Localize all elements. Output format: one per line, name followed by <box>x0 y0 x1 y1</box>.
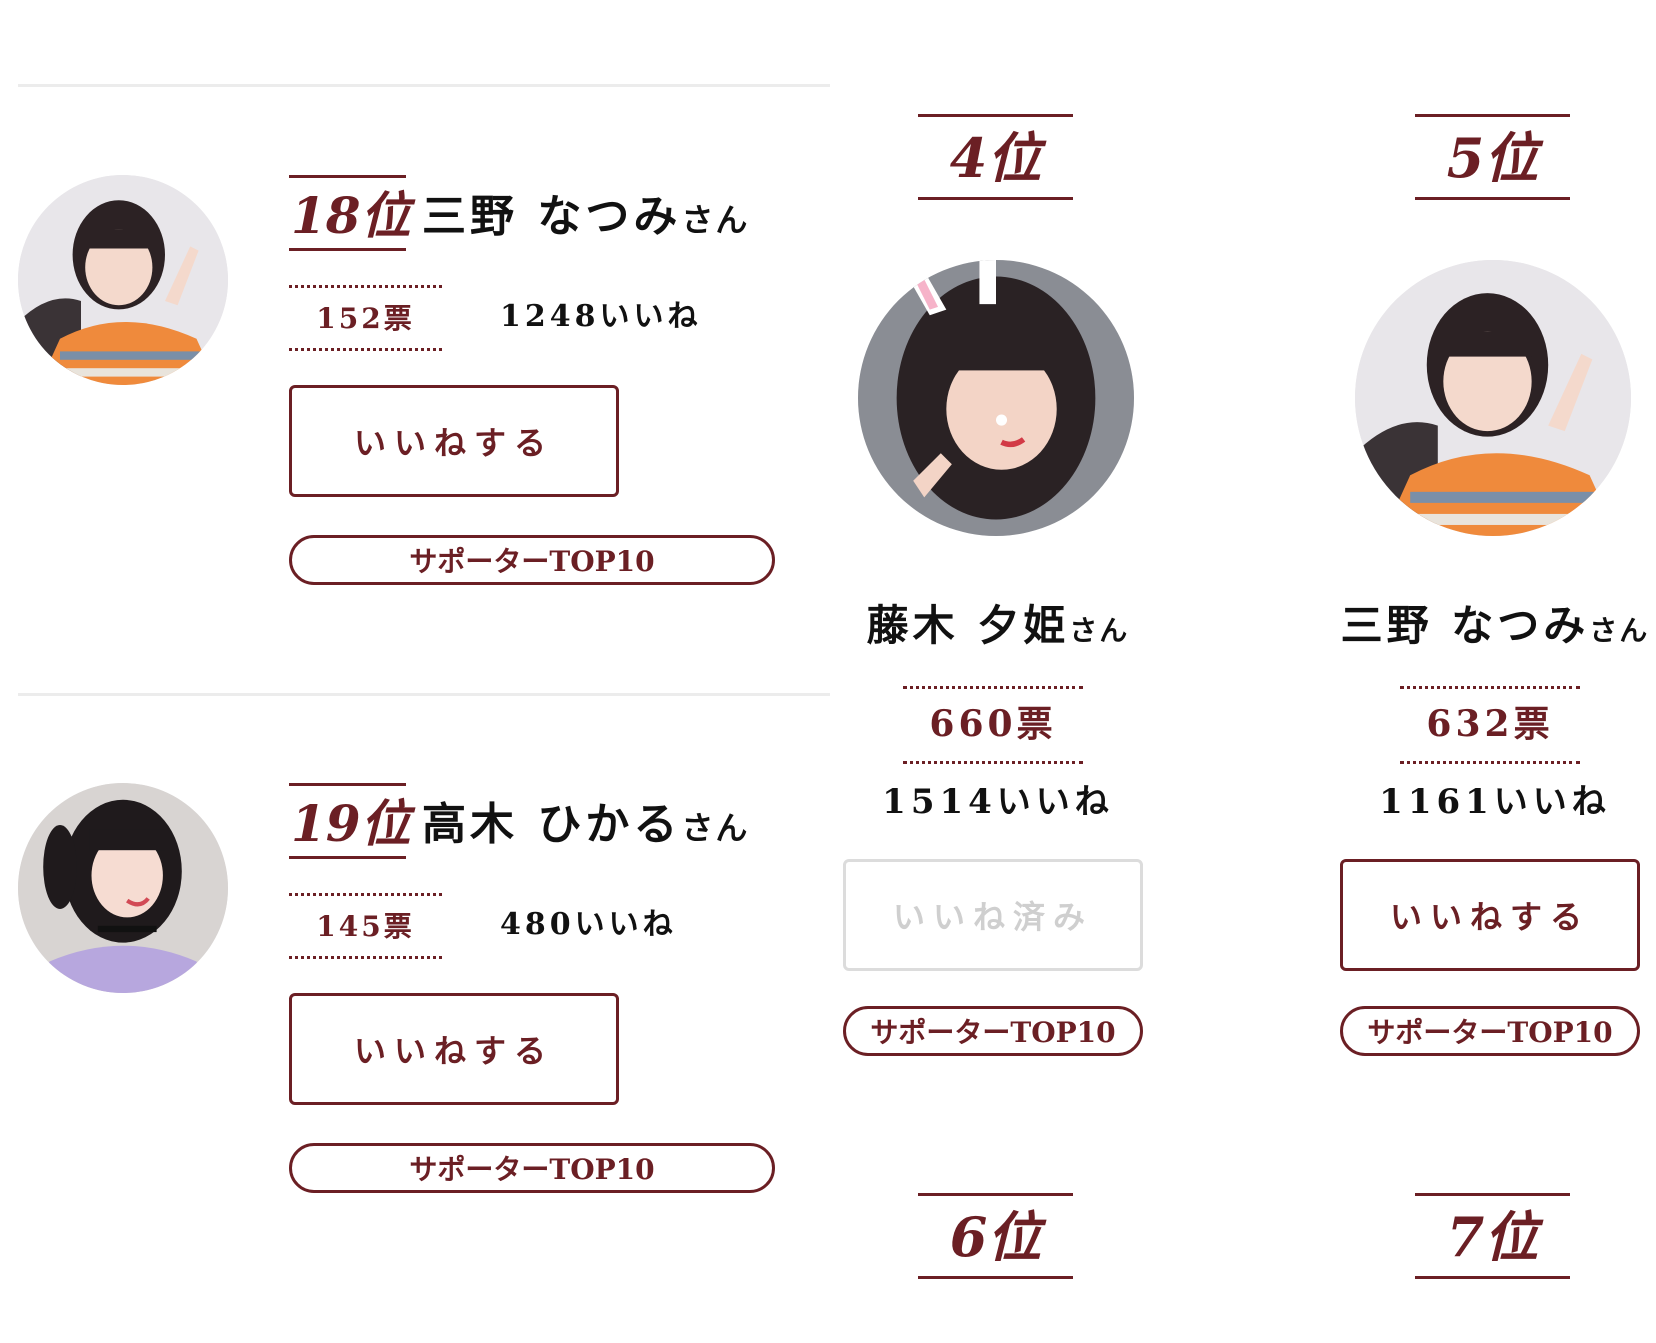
rank-badge: 18位 <box>289 175 411 251</box>
member-name: 藤木 夕姫さん <box>833 599 1163 658</box>
avatar-photo <box>18 783 228 993</box>
vote-count: 145票 <box>316 910 415 943</box>
honorific: さん <box>681 201 750 239</box>
rank-badge: 4位 <box>918 114 1073 200</box>
supporter-top10-button[interactable]: サポーターTOP10 <box>1340 1006 1640 1056</box>
like-count: 1161いいね <box>1379 782 1611 822</box>
vote-count: 660票 <box>929 703 1057 745</box>
honorific: さん <box>681 809 750 847</box>
avatar[interactable] <box>18 783 228 993</box>
vote-count: 152票 <box>316 302 415 335</box>
votes-box: 660票 <box>903 686 1083 764</box>
supporter-top10-button[interactable]: サポーターTOP10 <box>843 1006 1143 1056</box>
list-item: 19位 高木 ひかるさん 145票 480いいね いいねする サポーターTOP1… <box>18 783 830 1343</box>
honorific: さん <box>1589 614 1650 647</box>
rank-badge: 19位 <box>289 783 411 859</box>
like-button[interactable]: いいねする <box>289 993 619 1105</box>
rank-badge: 7位 <box>1415 1193 1570 1279</box>
member-name-text: 三野 なつみ <box>1340 601 1590 650</box>
list-item: 18位 三野 なつみさん 152票 1248いいね いいねする サポーターTOP… <box>18 175 830 735</box>
like-count: 480いいね <box>500 907 677 942</box>
like-button[interactable]: いいねする <box>1340 859 1640 971</box>
supporter-top10-button[interactable]: サポーターTOP10 <box>289 1143 775 1193</box>
rank-label: 5位 <box>1446 126 1539 190</box>
rank-label: 7位 <box>1446 1205 1539 1269</box>
avatar-photo <box>1355 260 1631 536</box>
member-name: 高木 ひかるさん <box>422 797 749 856</box>
like-count: 1248いいね <box>500 299 702 334</box>
vote-count: 632票 <box>1426 703 1554 745</box>
rank-label: 6位 <box>949 1205 1042 1269</box>
rank-label: 18位 <box>291 186 411 245</box>
rank-badge: 5位 <box>1415 114 1570 200</box>
avatar[interactable] <box>18 175 228 385</box>
votes-box: 632票 <box>1400 686 1580 764</box>
rank-badge: 6位 <box>918 1193 1073 1279</box>
member-name-text: 高木 ひかる <box>422 799 682 850</box>
ranking-card: 5位 三野 なつみさん 632票 1161いいね いいねする サポーターTOP1… <box>1340 114 1650 1074</box>
member-name-text: 藤木 夕姫 <box>866 601 1070 650</box>
avatar-photo <box>18 175 228 385</box>
avatar-photo <box>858 260 1134 536</box>
votes-box: 152票 <box>289 285 442 351</box>
supporter-top10-button[interactable]: サポーターTOP10 <box>289 535 775 585</box>
ranking-card: 4位 藤木 夕姫さん 660票 1514いいね いいね済み サポーターTOP10 <box>843 114 1153 1074</box>
like-button[interactable]: いいねする <box>289 385 619 497</box>
avatar[interactable] <box>1355 260 1631 536</box>
rank-label: 19位 <box>291 794 411 853</box>
votes-box: 145票 <box>289 893 442 959</box>
member-name-text: 三野 なつみ <box>422 191 682 242</box>
like-count: 1514いいね <box>882 782 1114 822</box>
liked-button[interactable]: いいね済み <box>843 859 1143 971</box>
member-name: 三野 なつみさん <box>1330 599 1656 658</box>
row-divider <box>18 84 830 87</box>
rank-label: 4位 <box>949 126 1042 190</box>
member-name: 三野 なつみさん <box>422 189 749 248</box>
avatar[interactable] <box>858 260 1134 536</box>
honorific: さん <box>1069 614 1130 647</box>
